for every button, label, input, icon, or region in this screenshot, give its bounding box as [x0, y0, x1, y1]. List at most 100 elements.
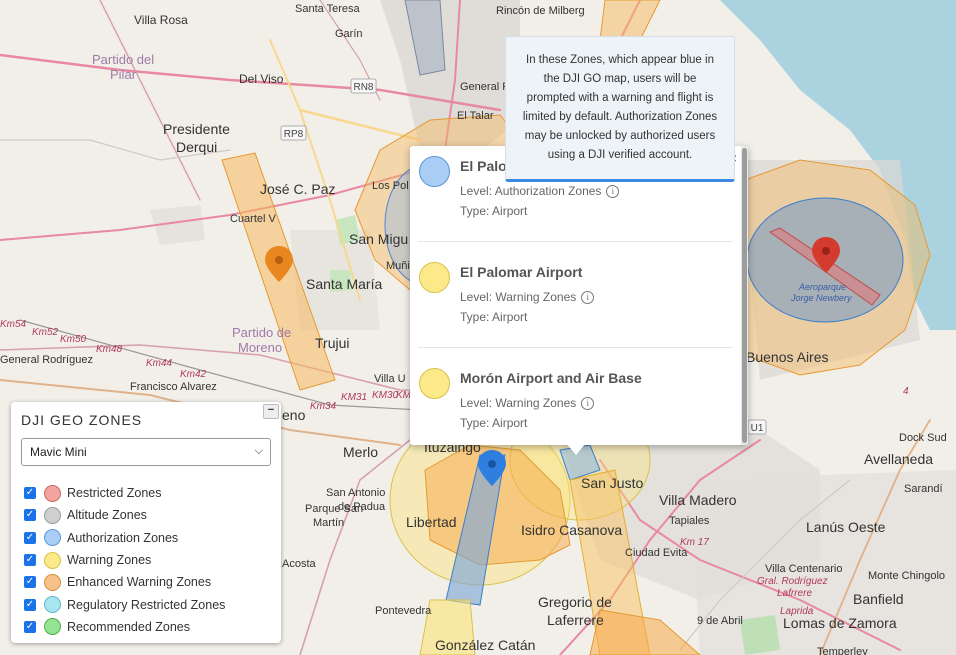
legend-item-recommended[interactable]: ✓ Recommended Zones [24, 616, 225, 638]
label-aeroparque: Aeroparque [798, 282, 846, 292]
legend-item-altitude[interactable]: ✓ Altitude Zones [24, 504, 225, 526]
checkbox[interactable]: ✓ [24, 509, 36, 522]
label-monte-chingolo: Monte Chingolo [868, 570, 945, 582]
checkbox[interactable]: ✓ [24, 531, 36, 544]
zone-type: Type: Airport [460, 310, 528, 324]
label-moreno: eno [282, 407, 306, 423]
zone-level: Level: Warning Zones i [460, 396, 595, 411]
legend-item-label: Recommended Zones [67, 619, 190, 634]
legend-item-warning[interactable]: ✓ Warning Zones [24, 549, 225, 571]
label-martin: Martín [313, 517, 344, 529]
svg-text:RN8: RN8 [353, 82, 373, 93]
label-km30: KM30 [372, 390, 399, 401]
label-ciudad-evita: Ciudad Evita [625, 547, 688, 559]
label-km50: Km50 [60, 334, 87, 345]
zone-entry[interactable]: Morón Airport and Air Base Level: Warnin… [410, 358, 740, 445]
zone-entry[interactable]: El Palomar Airport Level: Warning Zones i… [410, 252, 740, 358]
zone-type-list: ✓ Restricted Zones ✓ Altitude Zones ✓ Au… [24, 482, 225, 638]
checkbox[interactable]: ✓ [24, 576, 36, 589]
zone-info-popup: El Palomar Airport Level: Authorization … [410, 146, 748, 445]
zone-name: El Palomar Airport [460, 264, 583, 280]
label-temperley: Temperley [817, 646, 868, 655]
label-santa-teresa: Santa Teresa [295, 3, 361, 15]
label-laprida: Laprida [780, 606, 814, 617]
label-pontevedra: Pontevedra [375, 605, 432, 617]
label-km54: Km54 [0, 319, 27, 330]
legend-item-label: Authorization Zones [67, 530, 179, 545]
label-gregorio: Gregorio de [538, 594, 612, 610]
zone-color-swatch [44, 529, 61, 547]
label-garin: Garín [335, 28, 363, 40]
label-del-viso: Del Viso [239, 72, 284, 86]
svg-text:U1: U1 [751, 423, 764, 434]
zone-color-swatch [44, 573, 61, 591]
checkbox[interactable]: ✓ [24, 598, 36, 611]
geo-zones-legend: DJI GEO ZONES − Mavic Mini ⌵ ✓ Restricte… [11, 402, 281, 643]
label-trujui: Trujui [315, 335, 350, 351]
legend-item-label: Altitude Zones [67, 508, 147, 523]
zone-name: Morón Airport and Air Base [460, 370, 642, 386]
label-km34: Km34 [310, 401, 337, 412]
label-villa-madero: Villa Madero [659, 492, 737, 508]
label-partido-pilar: Partido del [92, 52, 154, 67]
road-shield-rp8: RP8 [280, 125, 307, 141]
legend-item-regulatory-restricted[interactable]: ✓ Regulatory Restricted Zones [24, 593, 225, 615]
legend-item-restricted[interactable]: ✓ Restricted Zones [24, 482, 225, 504]
legend-title: DJI GEO ZONES [21, 412, 143, 428]
zone-color-swatch [44, 506, 61, 524]
label-presidente: Presidente [163, 121, 230, 137]
checkbox[interactable]: ✓ [24, 620, 36, 633]
label-villa-centenario: Villa Centenario [765, 563, 842, 575]
zone-color-swatch [44, 596, 61, 614]
legend-item-label: Warning Zones [67, 553, 152, 568]
legend-item-enhanced-warning[interactable]: ✓ Enhanced Warning Zones [24, 571, 225, 593]
label-km17: Km 17 [680, 537, 709, 548]
label-los-pol: Los Pol [372, 180, 409, 192]
label-laferrere: Laferrere [547, 612, 604, 628]
collapse-button[interactable]: − [263, 404, 279, 419]
info-icon[interactable]: i [581, 397, 595, 411]
label-acosta: Acosta [282, 558, 317, 570]
label-partido-moreno: Partido de [232, 325, 291, 340]
legend-item-label: Regulatory Restricted Zones [67, 597, 226, 612]
zone-type: Type: Airport [460, 204, 528, 218]
label-villa-rosa: Villa Rosa [134, 13, 188, 27]
label-villa-u: Villa U [374, 373, 406, 385]
label-cuartel-v: Cuartel V [230, 213, 277, 225]
label-santa-maria: Santa María [306, 276, 382, 292]
checkbox[interactable]: ✓ [24, 487, 36, 500]
label-general: General R [460, 81, 510, 93]
zone-color-swatch [44, 484, 61, 502]
checkbox[interactable]: ✓ [24, 554, 36, 567]
label-9-de-abril: 9 de Abril [697, 615, 743, 627]
label-general-rodriguez: General Rodríguez [0, 354, 93, 366]
label-rincon: Rincón de Milberg [496, 5, 585, 17]
info-icon[interactable]: i [581, 291, 595, 305]
scrollbar-thumb[interactable] [742, 148, 747, 443]
zone-color-swatch [44, 618, 61, 636]
label-el-talar: El Talar [457, 110, 494, 122]
zone-level: Level: Authorization Zones i [460, 184, 620, 199]
label-banfield: Banfield [853, 591, 904, 607]
label-libertad: Libertad [406, 514, 457, 530]
label-partido-pilar-2: Pilar [110, 67, 137, 82]
label-francisco-alvarez: Francisco Alvarez [130, 381, 217, 393]
popup-pointer [566, 443, 586, 455]
authorization-zones-tooltip: In these Zones, which appear blue in the… [505, 36, 735, 182]
label-tapiales: Tapiales [669, 515, 710, 527]
label-isidro-casanova: Isidro Casanova [521, 522, 622, 538]
aircraft-select-value: Mavic Mini [30, 445, 87, 459]
label-parque-san: Parque San [305, 503, 363, 515]
aircraft-select[interactable]: Mavic Mini ⌵ [21, 438, 271, 466]
label-jorge-newbery: Jorge Newbery [790, 293, 852, 303]
label-km44: Km44 [146, 358, 173, 369]
label-km42: Km42 [180, 369, 207, 380]
legend-item-authorization[interactable]: ✓ Authorization Zones [24, 527, 225, 549]
label-km31: KM31 [341, 392, 367, 403]
info-icon[interactable]: i [606, 185, 620, 199]
label-lanus: Lanús Oeste [806, 519, 886, 535]
label-san-justo: San Justo [581, 475, 643, 491]
road-shield-rn8: RN8 [350, 78, 377, 94]
popup-scrollbar[interactable] [741, 146, 748, 445]
chevron-down-icon: ⌵ [254, 445, 263, 457]
